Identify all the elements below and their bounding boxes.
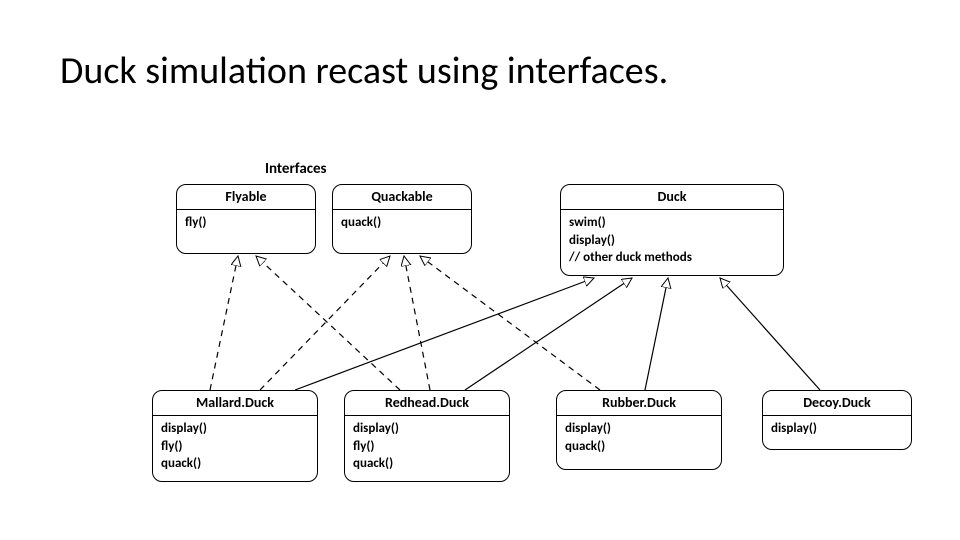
class-name: Mallard.Duck (153, 391, 317, 416)
class-box-mallard: Mallard.Duck display() fly() quack() (152, 390, 318, 482)
page-title: Duck simulation recast using interfaces. (60, 48, 668, 94)
class-body: quack() (333, 210, 471, 240)
class-body: display() (763, 416, 911, 446)
class-name: Decoy.Duck (763, 391, 911, 416)
class-name: Rubber.Duck (557, 391, 721, 416)
class-box-flyable: Flyable fly() (176, 184, 316, 254)
class-body: fly() (177, 210, 315, 240)
class-name: Duck (561, 185, 783, 210)
section-label-interfaces: Interfaces (265, 160, 327, 178)
class-box-duck: Duck swim() display() // other duck meth… (560, 184, 784, 276)
class-body: display() quack() (557, 416, 721, 463)
class-body: swim() display() // other duck methods (561, 210, 783, 275)
class-name: Quackable (333, 185, 471, 210)
class-name: Flyable (177, 185, 315, 210)
class-box-quackable: Quackable quack() (332, 184, 472, 254)
class-box-redhead: Redhead.Duck display() fly() quack() (344, 390, 510, 482)
class-name: Redhead.Duck (345, 391, 509, 416)
class-box-rubber: Rubber.Duck display() quack() (556, 390, 722, 470)
class-body: display() fly() quack() (153, 416, 317, 481)
class-body: display() fly() quack() (345, 416, 509, 481)
class-box-decoy: Decoy.Duck display() (762, 390, 912, 450)
